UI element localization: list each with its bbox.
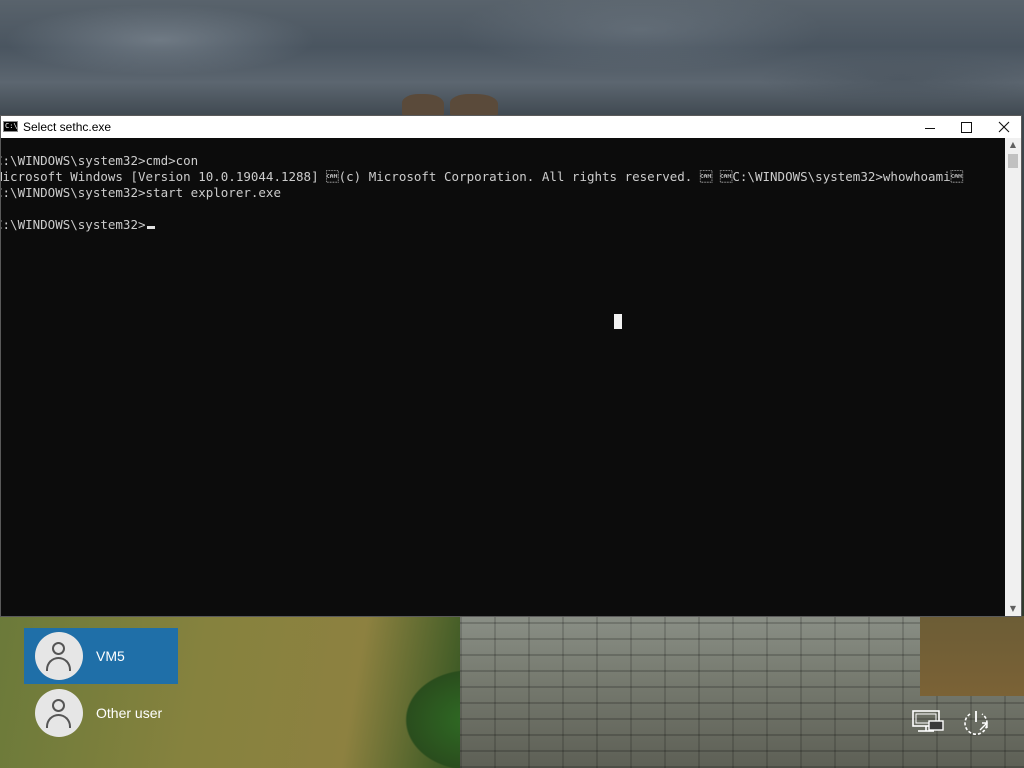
- power-icon: [964, 711, 988, 735]
- console-output[interactable]: C:\WINDOWS\system32>cmd>con Microsoft Wi…: [1, 138, 1005, 616]
- vertical-scrollbar[interactable]: ▲ ▼: [1005, 138, 1021, 616]
- power-button[interactable]: [960, 708, 992, 738]
- background-sky: [0, 0, 1024, 118]
- console-prompt-line[interactable]: C:\WINDOWS\system32>: [1, 217, 155, 233]
- network-button[interactable]: [912, 708, 944, 738]
- user-tile-vm5[interactable]: VM5: [24, 628, 178, 684]
- window-title: Select sethc.exe: [23, 120, 112, 134]
- scroll-up-arrow[interactable]: ▲: [1005, 138, 1021, 152]
- avatar: [35, 632, 83, 680]
- maximize-icon: [960, 121, 972, 133]
- console-line: Microsoft Windows [Version 10.0.19044.12…: [1, 169, 964, 184]
- minimize-icon: [925, 127, 935, 129]
- background-rock: [450, 94, 498, 116]
- console-line: C:\WINDOWS\system32>start explorer.exe: [1, 185, 281, 200]
- close-button[interactable]: [985, 116, 1023, 138]
- scroll-down-arrow[interactable]: ▼: [1005, 602, 1021, 616]
- mouse-pointer-cursor: [614, 314, 622, 329]
- cmd-app-icon[interactable]: C:\: [3, 121, 18, 132]
- user-icon-body: [46, 657, 71, 671]
- background-rock: [402, 94, 444, 116]
- user-icon-head: [52, 699, 65, 712]
- console-prompt: C:\WINDOWS\system32>: [1, 217, 146, 232]
- console-window[interactable]: C:\ Select sethc.exe C:\WINDOWS\system32…: [0, 115, 1022, 617]
- user-tile-other-user[interactable]: Other user: [24, 685, 178, 741]
- console-line: C:\WINDOWS\system32>cmd>con: [1, 153, 199, 168]
- minimize-button[interactable]: [911, 116, 949, 138]
- text-cursor: [146, 226, 155, 229]
- user-name: Other user: [96, 705, 163, 721]
- close-icon: [998, 121, 1010, 133]
- window-titlebar[interactable]: C:\ Select sethc.exe: [1, 116, 1021, 138]
- avatar: [35, 689, 83, 737]
- maximize-button[interactable]: [947, 116, 985, 138]
- user-name: VM5: [96, 648, 125, 664]
- network-icon: [912, 710, 944, 732]
- user-icon-head: [52, 642, 65, 655]
- background-hill: [920, 616, 1024, 696]
- user-icon-body: [46, 714, 71, 728]
- scrollbar-thumb[interactable]: [1008, 154, 1018, 168]
